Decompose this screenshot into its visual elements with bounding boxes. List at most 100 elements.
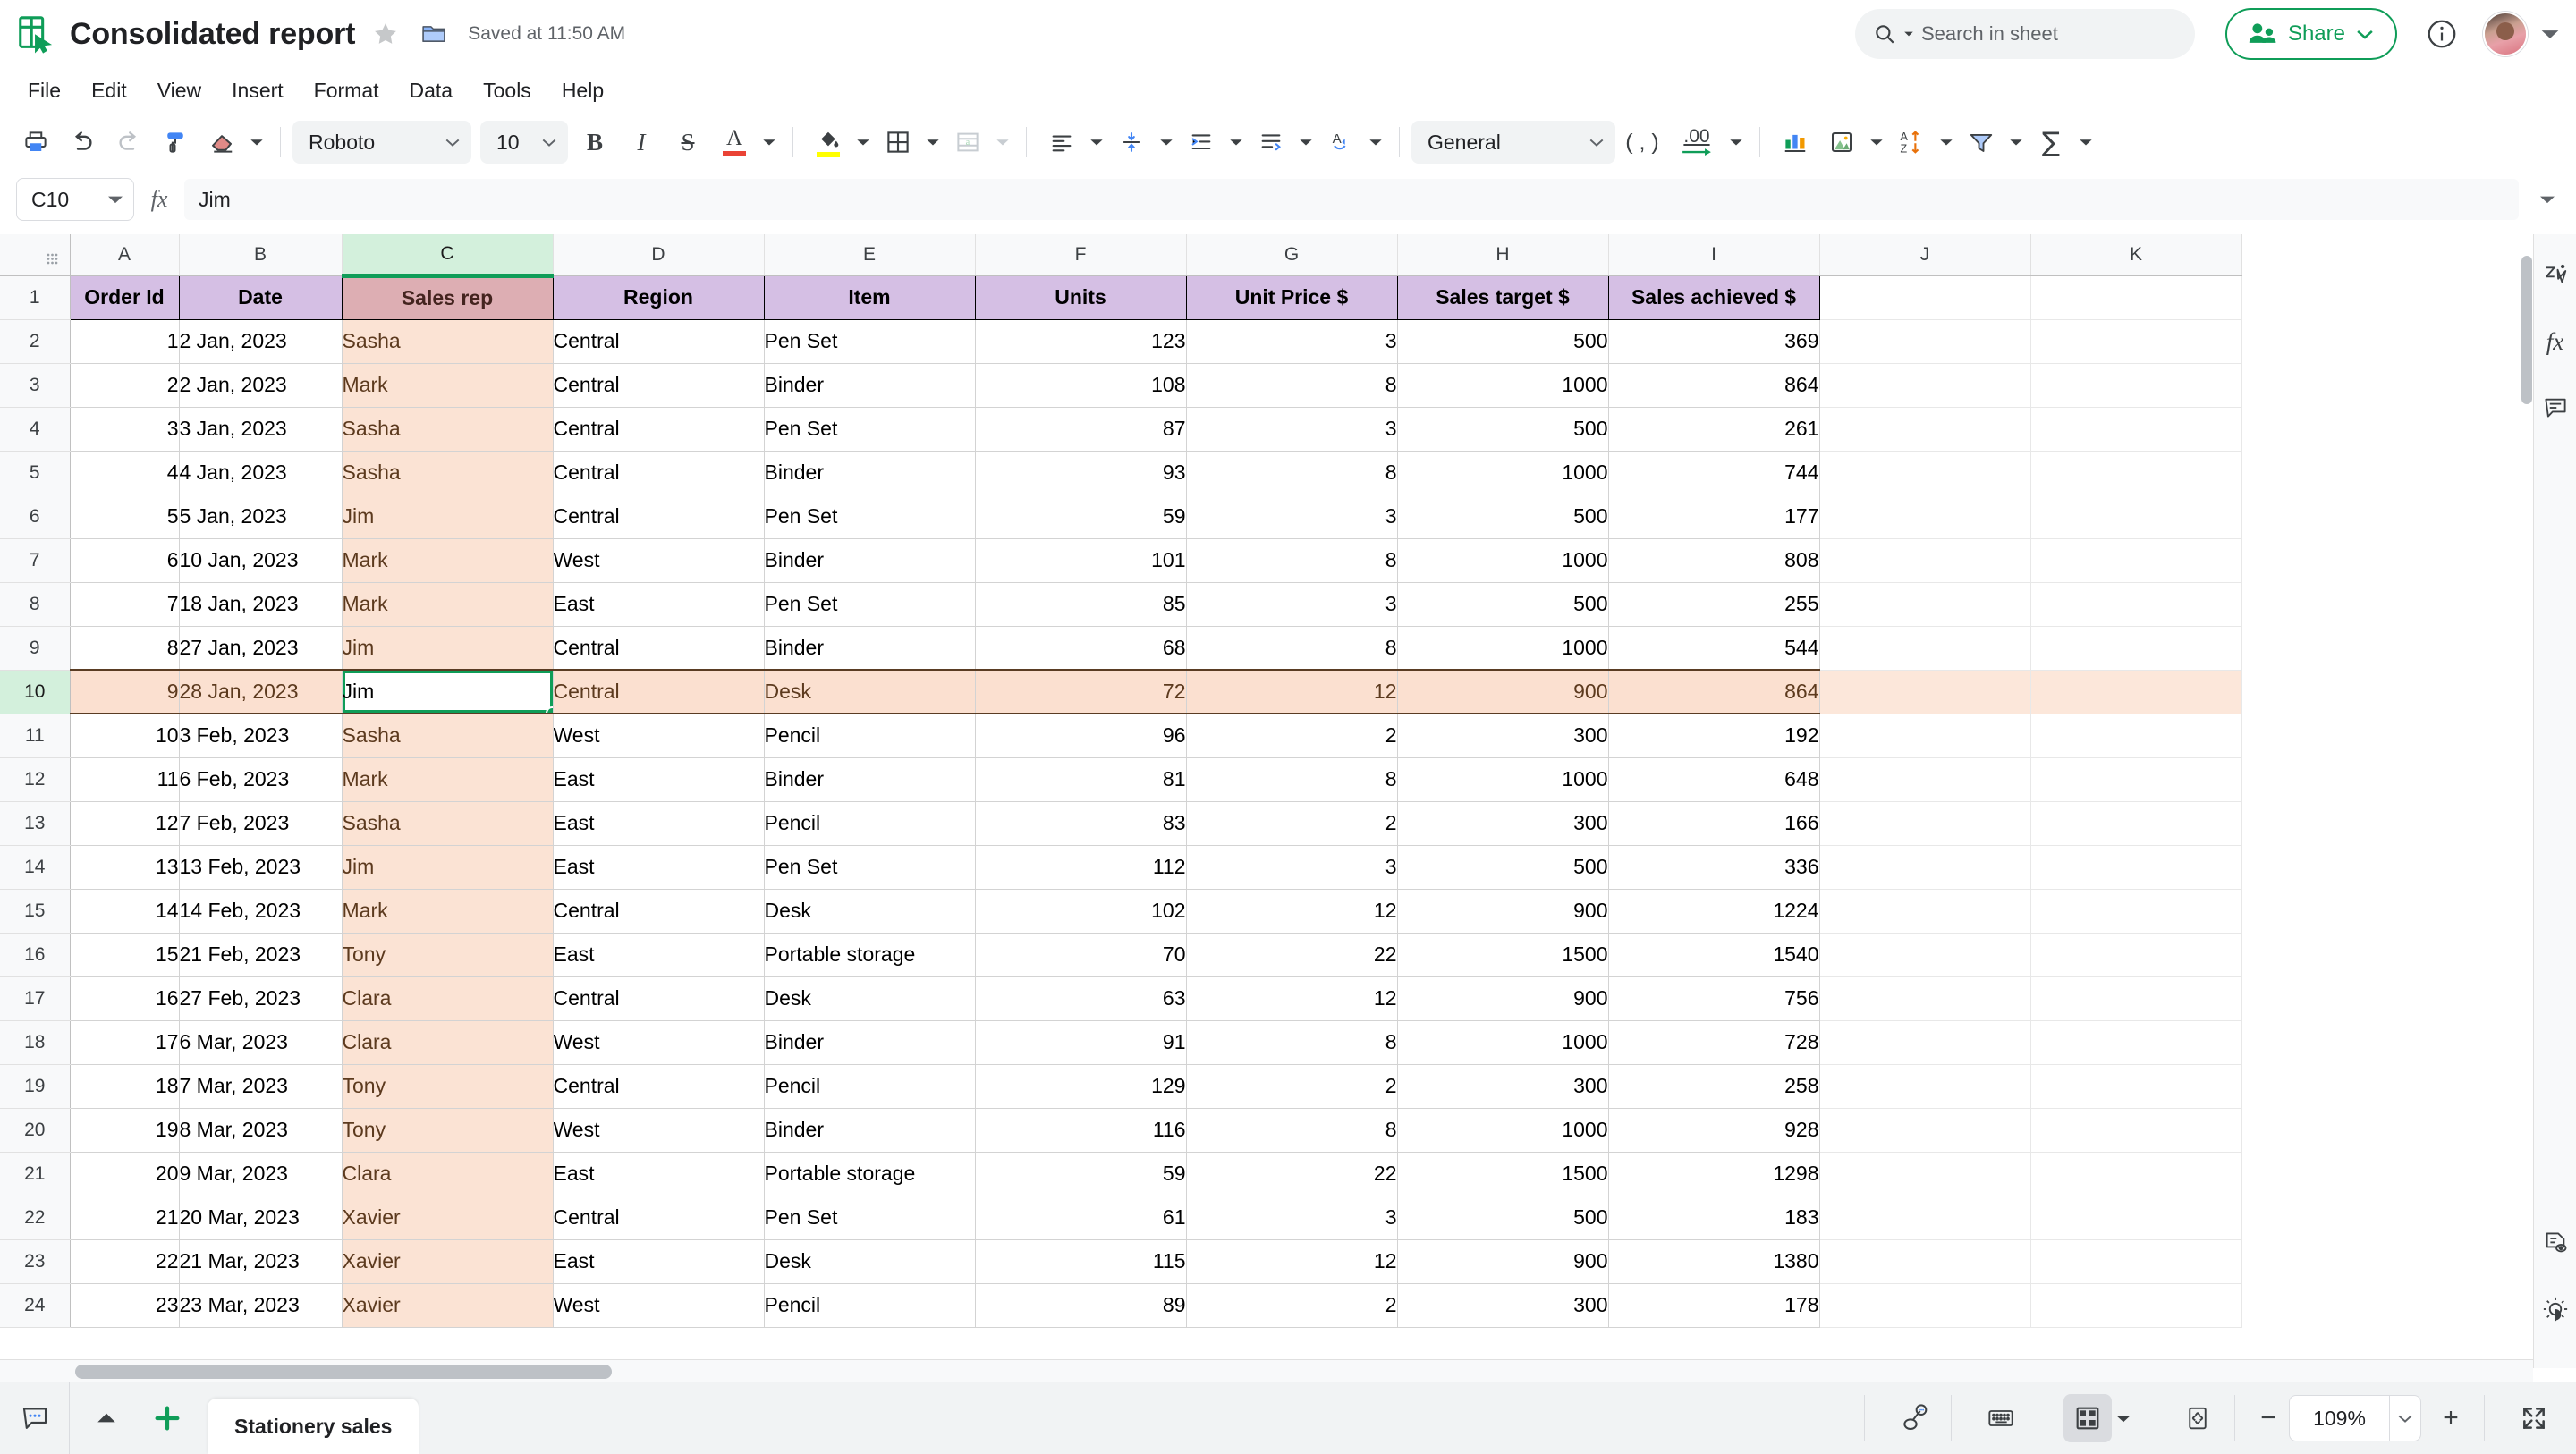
row-header-1[interactable]: 1: [0, 275, 71, 320]
data-cell[interactable]: West: [553, 1020, 765, 1065]
data-cell[interactable]: Desk: [764, 669, 976, 714]
indent-chevron-down-icon[interactable]: [1224, 119, 1248, 165]
column-title-cell[interactable]: Sales target $: [1396, 275, 1609, 320]
data-cell[interactable]: Central: [553, 889, 765, 934]
data-cell[interactable]: Clara: [342, 976, 554, 1021]
table-row[interactable]: 13 12 7 Feb, 2023 Sasha East Pencil 83 2 300 166: [0, 801, 2242, 846]
data-cell[interactable]: Desk: [764, 1239, 976, 1284]
empty-cell[interactable]: [1819, 669, 2031, 714]
data-cell[interactable]: 1000: [1397, 538, 1609, 583]
table-row[interactable]: 9 8 27 Jan, 2023 Jim Central Binder 68 8 1000 544: [0, 626, 2242, 671]
data-cell[interactable]: 756: [1608, 976, 1820, 1021]
data-cell[interactable]: 336: [1608, 845, 1820, 890]
data-cell[interactable]: 10: [70, 714, 180, 758]
data-cell[interactable]: 900: [1397, 1239, 1609, 1284]
menu-item-tools[interactable]: Tools: [468, 73, 547, 108]
data-cell[interactable]: 8 Mar, 2023: [179, 1108, 343, 1153]
horizontal-align-chevron-down-icon[interactable]: [1085, 119, 1108, 165]
data-cell[interactable]: Mark: [342, 363, 554, 408]
data-cell[interactable]: 3: [70, 407, 180, 452]
data-cell[interactable]: 21 Mar, 2023: [179, 1239, 343, 1284]
data-cell[interactable]: Binder: [764, 1020, 976, 1065]
empty-cell[interactable]: [2030, 845, 2242, 890]
data-cell[interactable]: 9 Mar, 2023: [179, 1152, 343, 1196]
data-cell[interactable]: 900: [1397, 669, 1609, 714]
empty-cell[interactable]: [1819, 1152, 2031, 1196]
document-preview-icon[interactable]: [2536, 1223, 2575, 1263]
data-cell[interactable]: 500: [1397, 1196, 1609, 1240]
table-row[interactable]: 14 13 13 Feb, 2023 Jim East Pen Set 112 3 500 336: [0, 845, 2242, 890]
empty-cell[interactable]: [1819, 495, 2031, 539]
data-cell[interactable]: 864: [1608, 669, 1820, 714]
data-cell[interactable]: 61: [975, 1196, 1187, 1240]
data-cell[interactable]: 2: [70, 363, 180, 408]
spreadsheet-grid[interactable]: ABCDEFGHIJK 1 Order Id Date Sales rep Region…: [0, 234, 2533, 1368]
data-cell[interactable]: 21: [70, 1196, 180, 1240]
data-cell[interactable]: Pencil: [764, 1064, 976, 1109]
empty-cell[interactable]: [2030, 1283, 2242, 1328]
data-cell[interactable]: 18 Jan, 2023: [179, 582, 343, 627]
data-cell[interactable]: Xavier: [342, 1239, 554, 1284]
empty-cell[interactable]: [2030, 538, 2242, 583]
text-rotation-button[interactable]: A: [1318, 119, 1364, 165]
row-header-4[interactable]: 4: [0, 407, 71, 452]
row-header-14[interactable]: 14: [0, 845, 71, 890]
column-title-cell[interactable]: Date: [178, 275, 343, 320]
add-sheet-button[interactable]: [143, 1394, 191, 1442]
strikethrough-button[interactable]: S: [665, 119, 711, 165]
data-cell[interactable]: East: [553, 1239, 765, 1284]
column-title-cell[interactable]: Sales rep: [341, 275, 554, 320]
row-header-9[interactable]: 9: [0, 626, 71, 671]
filter-chevron-down-icon[interactable]: [2004, 119, 2028, 165]
data-cell[interactable]: 1380: [1608, 1239, 1820, 1284]
menu-item-view[interactable]: View: [142, 73, 216, 108]
data-cell[interactable]: 648: [1608, 757, 1820, 802]
data-cell[interactable]: 123: [975, 319, 1187, 364]
empty-cell[interactable]: [1819, 626, 2031, 671]
data-cell[interactable]: 12: [1186, 889, 1398, 934]
data-cell[interactable]: 1540: [1608, 933, 1820, 977]
data-cell[interactable]: 1000: [1397, 757, 1609, 802]
data-cell[interactable]: Xavier: [342, 1196, 554, 1240]
data-cell[interactable]: 300: [1397, 801, 1609, 846]
decimal-places-button[interactable]: .00: [1669, 119, 1724, 165]
table-row[interactable]: 23 22 21 Mar, 2023 Xavier East Desk 115 12 900 13…: [0, 1239, 2242, 1284]
insert-image-chevron-down-icon[interactable]: [1865, 119, 1888, 165]
data-cell[interactable]: 183: [1608, 1196, 1820, 1240]
data-cell[interactable]: 8: [1186, 538, 1398, 583]
data-cell[interactable]: 16: [70, 976, 180, 1021]
data-cell[interactable]: Central: [553, 451, 765, 495]
data-cell[interactable]: 14: [70, 889, 180, 934]
data-cell[interactable]: 115: [975, 1239, 1187, 1284]
data-cell[interactable]: 8: [1186, 1108, 1398, 1153]
empty-cell[interactable]: [1819, 319, 2031, 364]
data-cell[interactable]: 83: [975, 801, 1187, 846]
clear-formatting-chevron-down-icon[interactable]: [245, 119, 268, 165]
row-header-3[interactable]: 3: [0, 363, 71, 408]
data-cell[interactable]: Mark: [342, 889, 554, 934]
info-icon[interactable]: [2422, 14, 2462, 54]
data-cell[interactable]: Binder: [764, 1108, 976, 1153]
data-cell[interactable]: 96: [975, 714, 1187, 758]
empty-cell[interactable]: [2030, 1020, 2242, 1065]
row-header-18[interactable]: 18: [0, 1020, 71, 1065]
folder-icon[interactable]: [416, 16, 452, 52]
text-color-chevron-down-icon[interactable]: [758, 119, 781, 165]
data-cell[interactable]: 178: [1608, 1283, 1820, 1328]
table-row[interactable]: 16 15 21 Feb, 2023 Tony East Portable storage…: [0, 933, 2242, 977]
data-cell[interactable]: 4 Jan, 2023: [179, 451, 343, 495]
borders-chevron-down-icon[interactable]: [921, 119, 945, 165]
data-cell[interactable]: 23 Mar, 2023: [179, 1283, 343, 1328]
data-cell[interactable]: 85: [975, 582, 1187, 627]
data-cell[interactable]: 13: [70, 845, 180, 890]
borders-button[interactable]: [875, 119, 921, 165]
insert-image-button[interactable]: [1818, 119, 1865, 165]
data-cell[interactable]: Mark: [342, 538, 554, 583]
row-header-6[interactable]: 6: [0, 495, 71, 539]
table-row[interactable]: 544 Jan, 2023 Sasha Central Binder 93 8 1000 74…: [0, 451, 2242, 495]
empty-cell[interactable]: [2030, 495, 2242, 539]
sheets-logo-icon[interactable]: [13, 11, 59, 57]
data-cell[interactable]: 3: [1186, 407, 1398, 452]
table-row[interactable]: 7 6 10 Jan, 2023 Mark West Binder 101 8 1000 808: [0, 538, 2242, 583]
data-cell[interactable]: 177: [1608, 495, 1820, 539]
